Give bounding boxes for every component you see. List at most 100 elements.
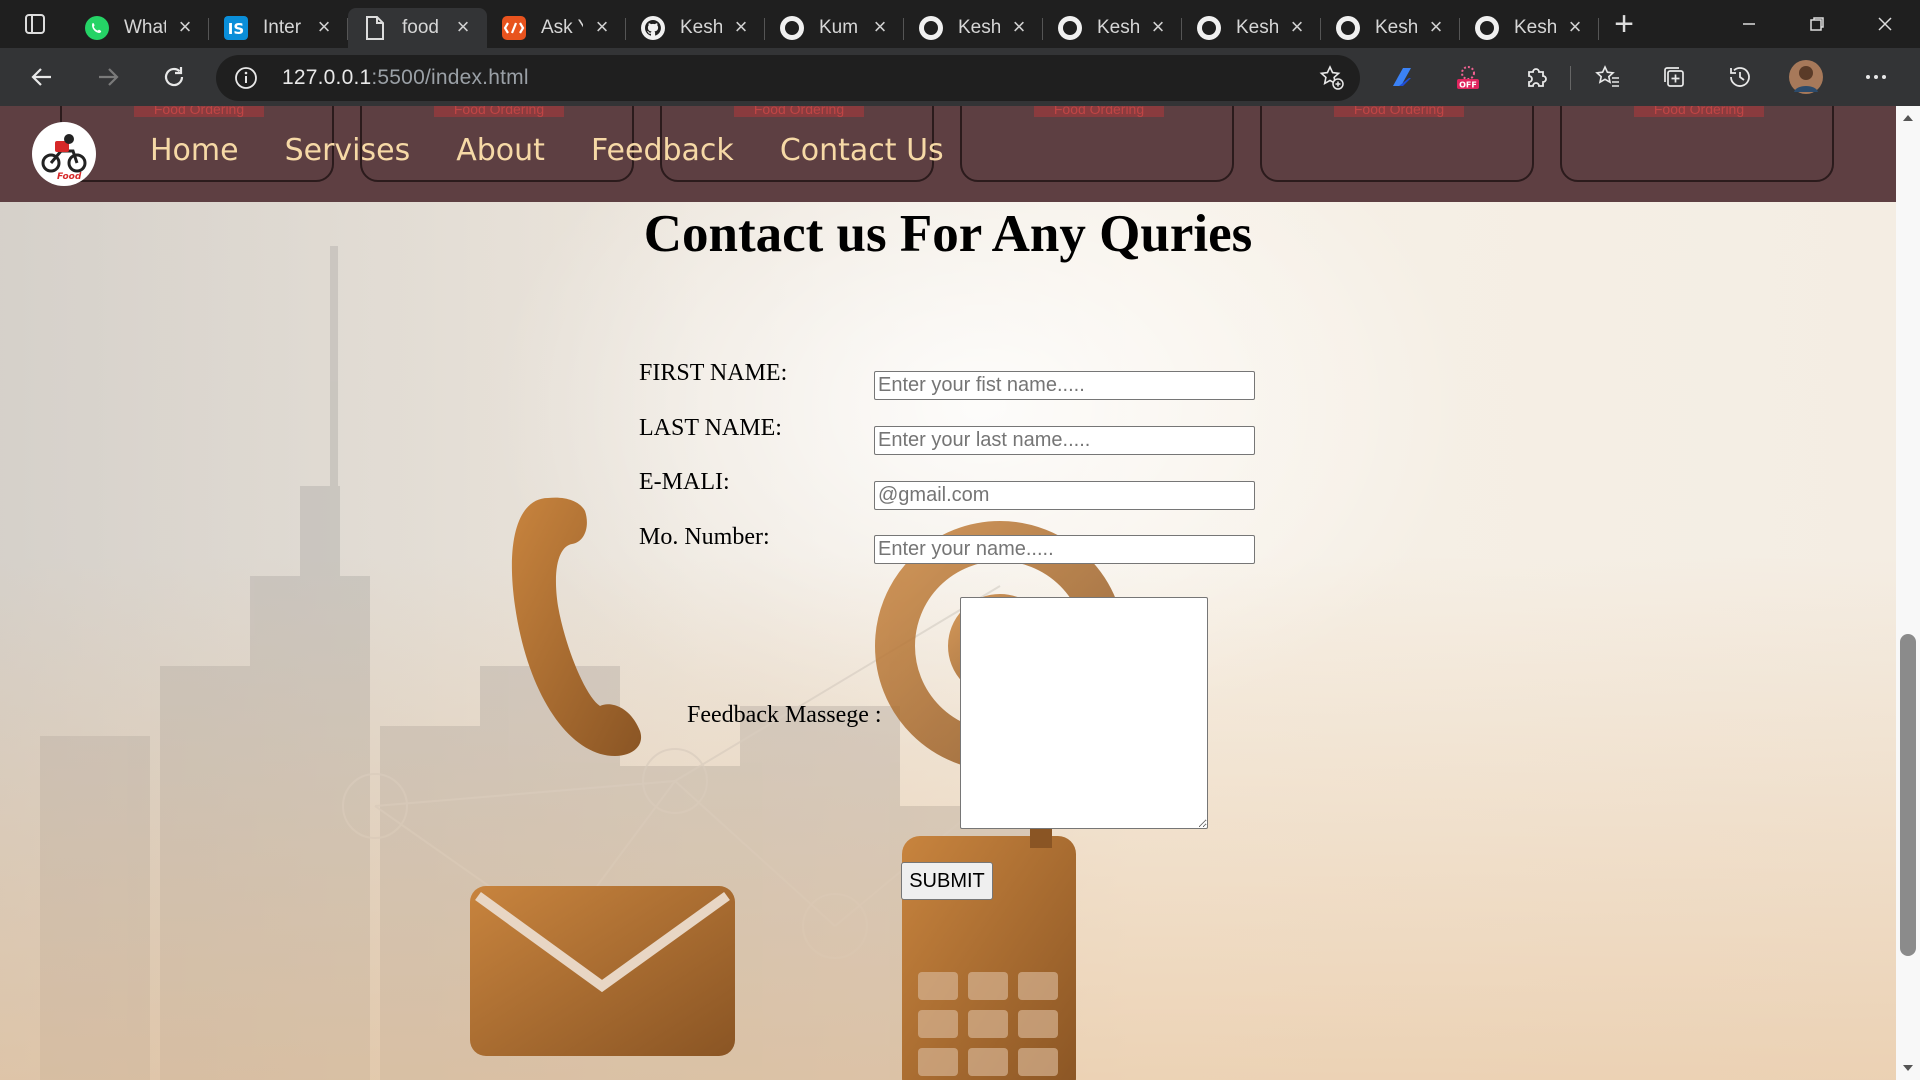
close-tab-icon[interactable]: × <box>1565 16 1585 38</box>
reload-icon <box>164 67 184 87</box>
last-name-input[interactable] <box>874 426 1255 455</box>
extension-button[interactable]: OFF <box>1448 57 1488 97</box>
close-tab-icon[interactable]: × <box>731 16 751 38</box>
browser-tab[interactable]: Ask Y × <box>487 8 626 48</box>
browser-tab[interactable]: Kesh × <box>626 8 765 48</box>
tab-title: Kesh <box>1236 17 1278 38</box>
github-icon <box>1196 15 1222 41</box>
forward-button[interactable] <box>88 57 128 97</box>
site-navbar: Food Ordering Food Ordering Food Orderin… <box>0 106 1896 202</box>
tab-title: Kum <box>819 17 859 38</box>
collections-button[interactable] <box>1654 57 1694 97</box>
collections-icon <box>1664 67 1684 87</box>
new-tab-button[interactable]: + <box>1599 0 1649 48</box>
restore-button[interactable] <box>1782 0 1852 48</box>
browser-tab[interactable]: Kesh × <box>1321 8 1460 48</box>
github-icon <box>640 15 666 41</box>
browser-toolbar: 127.0.0.1:5500/index.html OFF <box>0 48 1920 106</box>
scroll-up-arrow-icon[interactable] <box>1896 106 1920 130</box>
nav-home[interactable]: Home <box>150 126 239 176</box>
address-url: 127.0.0.1:5500/index.html <box>282 66 529 89</box>
email-input[interactable] <box>874 481 1255 510</box>
svg-text:IS: IS <box>228 20 244 38</box>
site-info-icon[interactable] <box>234 66 258 95</box>
nav-contact[interactable]: Contact Us <box>780 126 944 176</box>
github-icon <box>918 15 944 41</box>
back-button[interactable] <box>22 57 62 97</box>
close-tab-icon[interactable]: × <box>1148 16 1168 38</box>
svg-text:OFF: OFF <box>1459 81 1477 90</box>
close-tab-icon[interactable]: × <box>453 16 473 38</box>
site-logo[interactable]: Food <box>32 122 96 186</box>
food-card: Food Ordering <box>1560 106 1834 182</box>
close-tab-icon[interactable]: × <box>1287 16 1307 38</box>
extensions-button[interactable] <box>1516 57 1556 97</box>
tab-title: Kesh <box>1375 17 1417 38</box>
history-icon <box>1730 67 1750 87</box>
close-tab-icon[interactable]: × <box>314 16 334 38</box>
food-delivery-logo-icon: Food <box>41 134 87 182</box>
page-viewport: Food Ordering Food Ordering Food Orderin… <box>0 106 1896 1080</box>
add-favorite-icon[interactable] <box>1318 64 1346 97</box>
more-menu-button[interactable] <box>1856 57 1896 97</box>
favorites-icon <box>1595 65 1619 87</box>
page-title: Contact us For Any Quries <box>643 205 1253 263</box>
close-tab-icon[interactable]: × <box>870 16 890 38</box>
github-icon <box>1057 15 1083 41</box>
food-card-label: Food Ordering <box>1634 106 1764 117</box>
forward-arrow-icon <box>99 68 119 86</box>
browser-tab[interactable]: Kesh × <box>1460 8 1599 48</box>
nav-services[interactable]: Servises <box>285 126 411 176</box>
tab-title: food <box>402 17 439 38</box>
scrollbar-thumb[interactable] <box>1900 634 1916 956</box>
last-name-label: LAST NAME: <box>639 415 782 441</box>
extension-button[interactable] <box>1382 57 1422 97</box>
browser-tab[interactable]: Kesh × <box>1182 8 1321 48</box>
restore-icon <box>1810 17 1824 31</box>
browser-tab-active[interactable]: food × <box>348 8 487 48</box>
address-bar[interactable]: 127.0.0.1:5500/index.html <box>216 55 1360 101</box>
first-name-label: FIRST NAME: <box>639 360 788 386</box>
first-name-input[interactable] <box>874 371 1255 400</box>
profile-button[interactable] <box>1786 57 1826 97</box>
puzzle-icon <box>1528 68 1547 87</box>
close-tab-icon[interactable]: × <box>1009 16 1029 38</box>
food-card: Food Ordering <box>1260 106 1534 182</box>
minimize-button[interactable] <box>1714 0 1784 48</box>
site-nav-links: Home Servises About Feedback Contact Us <box>150 126 990 176</box>
nav-about[interactable]: About <box>456 126 545 176</box>
github-icon <box>1474 15 1500 41</box>
browser-tab[interactable]: What × <box>70 8 209 48</box>
github-icon <box>779 15 805 41</box>
github-icon <box>1335 15 1361 41</box>
close-tab-icon[interactable]: × <box>175 16 195 38</box>
close-window-button[interactable] <box>1850 0 1920 48</box>
browser-tab[interactable]: Kesh × <box>1043 8 1182 48</box>
mobile-number-input[interactable] <box>874 535 1255 564</box>
tab-title: Kesh <box>680 17 722 38</box>
food-card-label: Food Ordering <box>734 106 864 117</box>
close-tab-icon[interactable]: × <box>1426 16 1446 38</box>
browser-tab[interactable]: IS Inter × <box>209 8 348 48</box>
feedback-message-textarea[interactable] <box>960 597 1208 829</box>
file-icon <box>362 15 388 41</box>
mobile-number-label: Mo. Number: <box>639 524 770 550</box>
page-scrollbar[interactable] <box>1896 106 1920 1080</box>
favorites-button[interactable] <box>1588 57 1628 97</box>
close-tab-icon[interactable]: × <box>592 16 612 38</box>
whatsapp-icon <box>84 15 110 41</box>
food-card-label: Food Ordering <box>434 106 564 117</box>
close-icon <box>1878 17 1892 31</box>
browser-tab[interactable]: Kesh × <box>904 8 1043 48</box>
nav-feedback[interactable]: Feedback <box>591 126 734 176</box>
internshala-icon: IS <box>223 15 249 41</box>
browser-tab-strip: What × IS Inter × food × Ask Y × Kesh × … <box>0 0 1920 48</box>
plus-icon: + <box>1614 4 1634 43</box>
tab-actions-button[interactable] <box>0 0 70 48</box>
reload-button[interactable] <box>154 57 194 97</box>
minimize-icon <box>1743 23 1755 25</box>
scroll-down-arrow-icon[interactable] <box>1896 1056 1920 1080</box>
history-button[interactable] <box>1720 57 1760 97</box>
browser-tab[interactable]: Kum × <box>765 8 904 48</box>
submit-button[interactable]: SUBMIT <box>901 862 993 900</box>
